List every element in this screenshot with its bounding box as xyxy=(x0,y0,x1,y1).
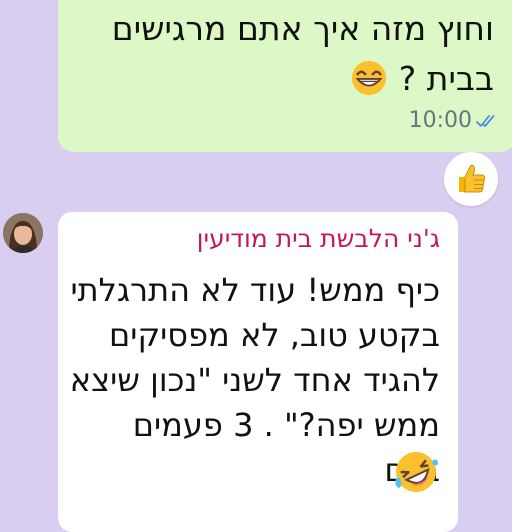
grinning-face-icon xyxy=(352,60,387,96)
read-double-check-icon xyxy=(476,114,495,127)
message-time: 10:00 xyxy=(408,108,472,133)
outgoing-message-bubble[interactable]: וחוץ מזה איך אתם מרגישים בבית ? 10:00 xyxy=(58,0,512,152)
rolling-on-floor-laughing-icon xyxy=(395,452,438,492)
sender-name[interactable]: ג'ני הלבשת בית מודיעין xyxy=(197,224,440,253)
incoming-message-bubble[interactable]: ג'ני הלבשת בית מודיעין כיף ממש! עוד לא ה… xyxy=(58,212,458,532)
sender-avatar[interactable] xyxy=(3,213,43,253)
incoming-message-text: כיף ממש! עוד לא התרגלתי בקטע טוב, לא מפס… xyxy=(69,271,440,489)
avatar-photo xyxy=(3,213,43,253)
outgoing-message-body: וחוץ מזה איך אתם מרגישים בבית ? xyxy=(111,9,494,98)
message-reaction[interactable] xyxy=(444,152,498,206)
outgoing-message-text: וחוץ מזה איך אתם מרגישים בבית ? xyxy=(74,4,494,104)
message-meta: 10:00 xyxy=(409,108,496,133)
thumbs-up-icon xyxy=(459,164,486,193)
